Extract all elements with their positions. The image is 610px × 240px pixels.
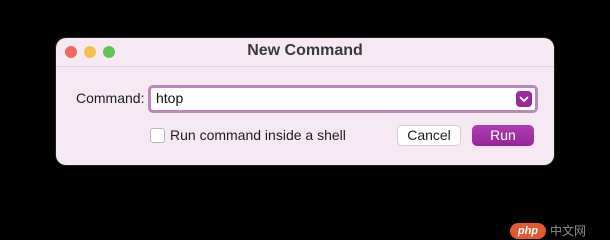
- cancel-button[interactable]: Cancel: [397, 125, 461, 146]
- php-logo: php: [510, 222, 546, 239]
- command-input[interactable]: htop: [156, 90, 183, 106]
- command-combobox[interactable]: htop: [148, 85, 538, 113]
- command-label: Command:: [76, 90, 145, 106]
- window-title: New Command: [247, 42, 363, 59]
- title-bar: New Command: [56, 38, 554, 67]
- run-button[interactable]: Run: [472, 125, 534, 146]
- chevron-down-icon[interactable]: [516, 91, 532, 107]
- watermark-text: 中文网: [550, 224, 587, 238]
- screen: New Command Command: htop Run command in…: [0, 0, 610, 240]
- run-in-shell-checkbox[interactable]: [150, 128, 165, 143]
- watermark: php 中文网: [510, 222, 586, 239]
- run-in-shell-label[interactable]: Run command inside a shell: [170, 127, 346, 143]
- new-command-dialog: New Command Command: htop Run command in…: [56, 38, 554, 165]
